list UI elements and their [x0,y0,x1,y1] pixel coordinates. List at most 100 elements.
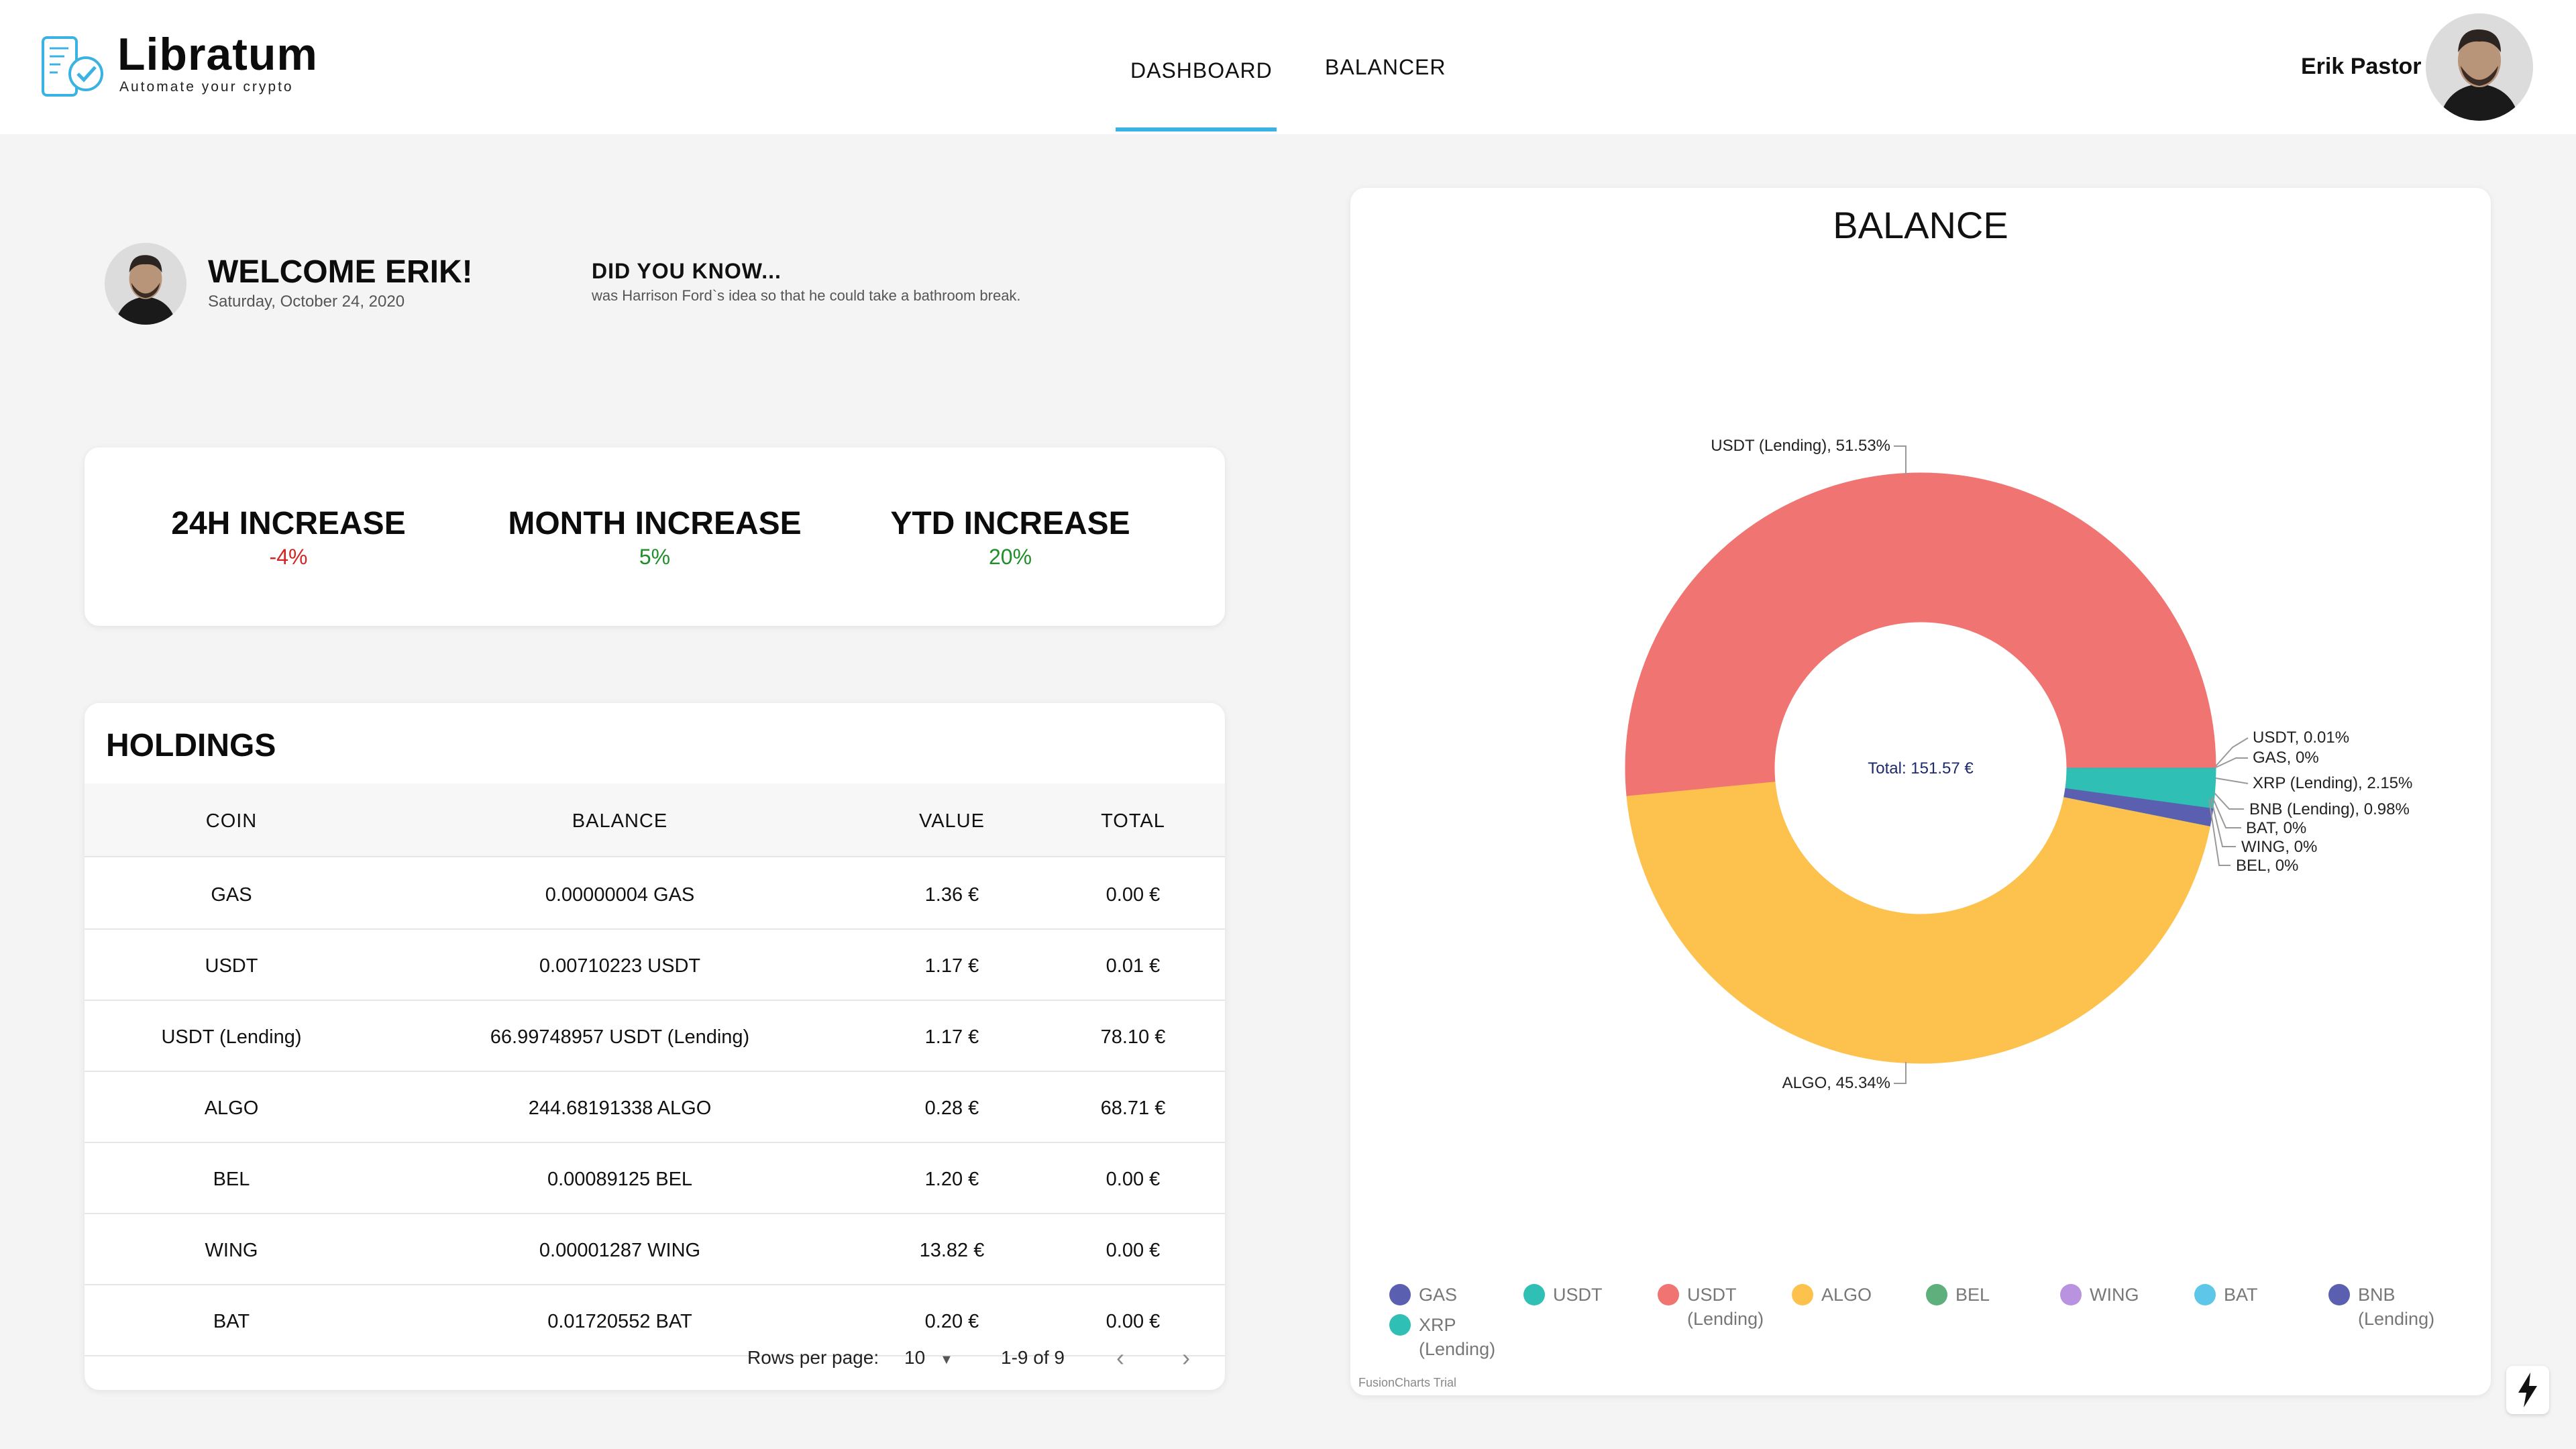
column-header-balance[interactable]: BALANCE [572,810,667,833]
slice-label-connector [2215,777,2249,784]
welcome-title: WELCOME ERIK! [208,254,473,290]
holdings-card: HOLDINGS COIN BALANCE VALUE TOTAL GAS 0.0… [85,703,1225,1390]
balance-chart-card: BALANCE USDT (Lending), 51.53% USDT, 0.01%… [1350,188,2491,1395]
table-row[interactable]: WING 0.00001287 WING 13.82 € 0.00 € [85,1214,1225,1285]
coin-cell: BEL [213,1169,250,1190]
table-row[interactable]: ALGO 244.68191338 ALGO 0.28 € 68.71 € [85,1072,1225,1143]
slice-data-label: ALGO, 45.34% [1782,1074,1890,1092]
table-row[interactable]: USDT (Lending) 66.99748957 USDT (Lending)… [85,1001,1225,1072]
fusioncharts-trial-label: FusionCharts Trial [1358,1376,1457,1389]
legend-swatch [1523,1284,1545,1305]
balance-cell: 66.99748957 USDT (Lending) [490,1026,750,1048]
value-cell: 0.20 € [924,1311,979,1332]
total-cell: 0.00 € [1106,1311,1161,1332]
lightning-icon[interactable] [2506,1366,2549,1414]
total-cell: 68.71 € [1100,1097,1166,1119]
welcome-date: Saturday, October 24, 2020 [208,292,405,311]
value-cell: 1.17 € [924,1026,979,1048]
legend-swatch [1389,1314,1411,1336]
pagination-range: 1-9 of 9 [1001,1347,1065,1368]
stat-value: -4% [269,545,308,569]
welcome-avatar [105,243,186,325]
nav-balancer[interactable]: BALANCER [1325,55,1446,80]
slice-label-connector [1894,445,1907,475]
balance-donut-chart: BALANCE USDT (Lending), 51.53% USDT, 0.01%… [1625,204,2412,1092]
total-cell: 0.00 € [1106,884,1161,906]
stat-label: YTD INCREASE [890,506,1130,541]
balance-cell: 0.00089125 BEL [547,1169,693,1190]
balance-cell: 0.00710223 USDT [539,955,701,977]
balance-cell: 0.00001287 WING [539,1240,701,1261]
holdings-title: HOLDINGS [106,728,276,763]
legend-swatch [2328,1284,2350,1305]
value-cell: 1.17 € [924,955,979,977]
table-row[interactable]: USDT 0.00710223 USDT 1.17 € 0.01 € [85,930,1225,1001]
balance-cell: 0.00000004 GAS [545,884,695,906]
top-navbar: Libratum Automate your crypto DASHBOARD … [0,0,2576,134]
slice-data-label: GAS, 0% [2253,749,2319,767]
chevron-left-icon[interactable]: ‹ [1116,1344,1124,1372]
stat-24h: 24H INCREASE -4% [141,505,436,570]
balance-cell: 0.01720552 BAT [547,1311,692,1332]
stat-value: 20% [988,545,1032,569]
column-header-total[interactable]: TOTAL [1101,810,1165,833]
coin-cell: WING [205,1240,258,1261]
stat-month: MONTH INCREASE 5% [507,505,802,570]
active-nav-indicator [1116,127,1277,131]
pie-slice-usdt-lending[interactable] [1625,472,2216,797]
legend-swatch [1926,1284,1947,1305]
chevron-right-icon[interactable]: › [1182,1344,1190,1372]
legend-label: ALGO [1821,1285,1872,1305]
legend-swatch [1658,1284,1679,1305]
total-cell: 0.00 € [1106,1240,1161,1261]
slice-data-label: BNB (Lending), 0.98% [2249,800,2410,818]
total-cell: 78.10 € [1100,1026,1166,1048]
value-cell: 13.82 € [919,1240,985,1261]
pie-slice-algo[interactable] [1626,782,2211,1064]
brand-tagline: Automate your crypto [119,79,294,95]
coin-cell: USDT [205,955,258,977]
stat-label: 24H INCREASE [171,506,406,541]
did-you-know-text: was Harrison Ford`s idea so that he coul… [592,287,1021,304]
legend-swatch [1389,1284,1411,1305]
legend-label: BAT [2224,1285,2258,1305]
chart-title: BALANCE [1833,204,2008,246]
legend-swatch [1792,1284,1813,1305]
coin-cell: BAT [213,1311,250,1332]
slice-data-label: BAT, 0% [2246,819,2306,837]
slice-data-label: WING, 0% [2241,838,2317,856]
table-row[interactable]: BAT 0.01720552 BAT 0.20 € 0.00 € [85,1285,1225,1356]
user-avatar[interactable] [2426,13,2533,121]
slice-data-label: BEL, 0% [2236,857,2298,875]
legend-label: USDT [1553,1285,1603,1305]
legend-label: WING [2090,1285,2139,1305]
coin-cell: ALGO [204,1097,259,1119]
rows-per-page-select[interactable]: 10 ▼ [904,1347,953,1368]
balance-cell: 244.68191338 ALGO [528,1097,712,1119]
column-header-value[interactable]: VALUE [919,810,985,833]
legend-label: GAS [1419,1285,1458,1305]
coin-cell: GAS [211,884,252,906]
slice-label-connector [1894,1062,1907,1084]
legend-label: BNB (Lending) [2358,1285,2435,1329]
coin-cell: USDT (Lending) [161,1026,302,1048]
legend-label: XRP (Lending) [1419,1315,1496,1359]
value-cell: 1.36 € [924,884,979,906]
stat-ytd: YTD INCREASE 20% [863,505,1158,570]
brand-name: Libratum [117,29,318,80]
donut-center-total: Total: 151.57 € [1868,759,1974,777]
table-row[interactable]: BEL 0.00089125 BEL 1.20 € 0.00 € [85,1143,1225,1214]
table-row[interactable]: GAS 0.00000004 GAS 1.36 € 0.00 € [85,859,1225,930]
value-cell: 1.20 € [924,1169,979,1190]
stat-value: 5% [639,545,671,569]
legend-swatch [2060,1284,2082,1305]
stat-label: MONTH INCREASE [508,506,802,541]
checklist-logo-icon [42,36,103,97]
did-you-know-title: DID YOU KNOW... [592,259,782,283]
slice-label-connector [2215,737,2249,767]
increase-stats-card: 24H INCREASE -4% MONTH INCREASE 5% YTD I… [85,447,1225,626]
slice-label-connector [2214,792,2244,810]
column-header-coin[interactable]: COIN [206,810,258,833]
nav-dashboard[interactable]: DASHBOARD [1130,58,1273,83]
table-header: COIN BALANCE VALUE TOTAL [85,784,1225,857]
